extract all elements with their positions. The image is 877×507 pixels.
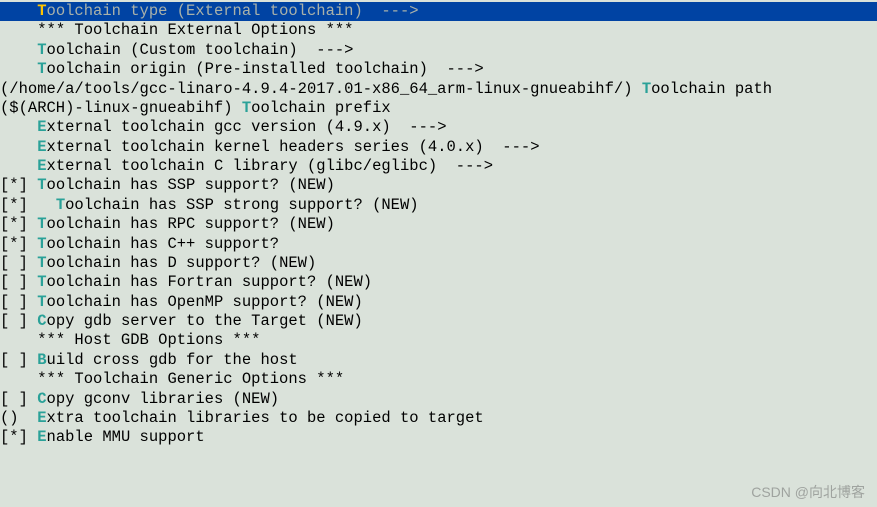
hotkey: E (37, 409, 46, 427)
checkbox-item[interactable]: [ ] Toolchain has OpenMP support? (NEW) (0, 293, 877, 312)
menu-label: oolchain (Custom toolchain) ---> (47, 41, 354, 59)
menu-label: oolchain has SSP support? (NEW) (47, 176, 335, 194)
hotkey: T (37, 293, 46, 311)
checkbox-mark (0, 370, 37, 388)
hotkey: T (37, 273, 46, 291)
menu-label: opy gdb server to the Target (NEW) (47, 312, 363, 330)
checkbox-item[interactable]: [ ] Copy gconv libraries (NEW) (0, 390, 877, 409)
checkbox-item[interactable]: [*] Toolchain has SSP support? (NEW) (0, 176, 877, 195)
menu-item[interactable]: External toolchain C library (glibc/egli… (0, 157, 877, 176)
menu-label: oolchain has C++ support? (47, 235, 280, 253)
menuconfig-panel: Toolchain type (External toolchain) --->… (0, 2, 877, 448)
hotkey: E (37, 138, 46, 156)
menu-label: xternal toolchain C library (glibc/eglib… (47, 157, 493, 175)
checkbox-item[interactable]: [*] Toolchain has SSP strong support? (N… (0, 196, 877, 215)
menu-label: oolchain type (External toolchain) ---> (47, 2, 419, 20)
menu-label: oolchain origin (Pre-installed toolchain… (47, 60, 484, 78)
checkbox-item[interactable]: [*] Toolchain has C++ support? (0, 235, 877, 254)
section-header: *** Toolchain Generic Options *** (0, 370, 877, 389)
hotkey: T (242, 99, 251, 117)
menu-label: oolchain prefix (251, 99, 391, 117)
checkbox-item[interactable]: [ ] Toolchain has Fortran support? (NEW) (0, 273, 877, 292)
menu-item[interactable]: External toolchain gcc version (4.9.x) -… (0, 118, 877, 137)
menu-label: oolchain path (651, 80, 772, 98)
checkbox-item[interactable]: [*] Toolchain has RPC support? (NEW) (0, 215, 877, 234)
toolchain-prefix-item[interactable]: ($(ARCH)-linux-gnueabihf) Toolchain pref… (0, 99, 877, 118)
hotkey: E (37, 118, 46, 136)
menu-label: xternal toolchain kernel headers series … (47, 138, 540, 156)
checkbox-mark: [ ] (0, 390, 37, 408)
menu-label: opy gconv libraries (NEW) (47, 390, 280, 408)
menu-label: oolchain has D support? (NEW) (47, 254, 317, 272)
watermark: CSDN @向北博客 (751, 484, 865, 502)
section-header: *** Host GDB Options *** (0, 331, 877, 350)
menu-label: xternal toolchain gcc version (4.9.x) --… (47, 118, 447, 136)
checkbox-mark: [ ] (0, 254, 37, 272)
checkbox-mark: [*] (0, 428, 37, 446)
prefix-value: ($(ARCH)-linux-gnueabihf) (0, 99, 242, 117)
checkbox-mark: [ ] (0, 293, 37, 311)
checkbox-mark: [ ] (0, 312, 37, 330)
menu-label: oolchain has OpenMP support? (NEW) (47, 293, 363, 311)
menu-label: uild cross gdb for the host (47, 351, 298, 369)
menu-label: oolchain has SSP strong support? (NEW) (65, 196, 418, 214)
toolchain-path-item[interactable]: (/home/a/tools/gcc-linaro-4.9.4-2017.01-… (0, 80, 877, 99)
menu-label: *** Toolchain Generic Options *** (37, 370, 344, 388)
checkbox-mark: () (0, 409, 37, 427)
menu-label: oolchain has RPC support? (NEW) (47, 215, 335, 233)
hotkey: C (37, 390, 46, 408)
hotkey: T (37, 60, 46, 78)
checkbox-mark: [ ] (0, 273, 37, 291)
menu-item[interactable]: External toolchain kernel headers series… (0, 138, 877, 157)
menu-label: nable MMU support (47, 428, 205, 446)
checkbox-mark (0, 331, 37, 349)
hotkey: T (37, 215, 46, 233)
hotkey: E (37, 428, 46, 446)
checkbox-mark: [*] (0, 235, 37, 253)
hotkey: T (37, 2, 46, 20)
hotkey: T (37, 254, 46, 272)
hotkey: B (37, 351, 46, 369)
menu-item[interactable]: Toolchain (Custom toolchain) ---> (0, 41, 877, 60)
checkbox-item[interactable]: [ ] Toolchain has D support? (NEW) (0, 254, 877, 273)
checkbox-mark: [ ] (0, 351, 37, 369)
checkbox-item[interactable]: [ ] Copy gdb server to the Target (NEW) (0, 312, 877, 331)
path-value: (/home/a/tools/gcc-linaro-4.9.4-2017.01-… (0, 80, 642, 98)
hotkey: T (642, 80, 651, 98)
hotkey: T (37, 176, 46, 194)
section-header: *** Toolchain External Options *** (0, 21, 877, 40)
menu-label: oolchain has Fortran support? (NEW) (47, 273, 373, 291)
menu-label: *** Toolchain External Options *** (37, 21, 353, 39)
hotkey: C (37, 312, 46, 330)
hotkey: T (56, 196, 65, 214)
checkbox-mark: [*] (0, 215, 37, 233)
checkbox-mark: [*] (0, 196, 56, 214)
menu-label: *** Host GDB Options *** (37, 331, 260, 349)
checkbox-item[interactable]: [ ] Build cross gdb for the host (0, 351, 877, 370)
menu-label: xtra toolchain libraries to be copied to… (47, 409, 484, 427)
checkbox-mark: [*] (0, 176, 37, 194)
checkbox-item[interactable]: () Extra toolchain libraries to be copie… (0, 409, 877, 428)
hotkey: T (37, 235, 46, 253)
menu-item[interactable]: Toolchain origin (Pre-installed toolchai… (0, 60, 877, 79)
menu-item[interactable]: Toolchain type (External toolchain) ---> (0, 2, 877, 21)
hotkey: E (37, 157, 46, 175)
checkbox-item[interactable]: [*] Enable MMU support (0, 428, 877, 447)
hotkey: T (37, 41, 46, 59)
